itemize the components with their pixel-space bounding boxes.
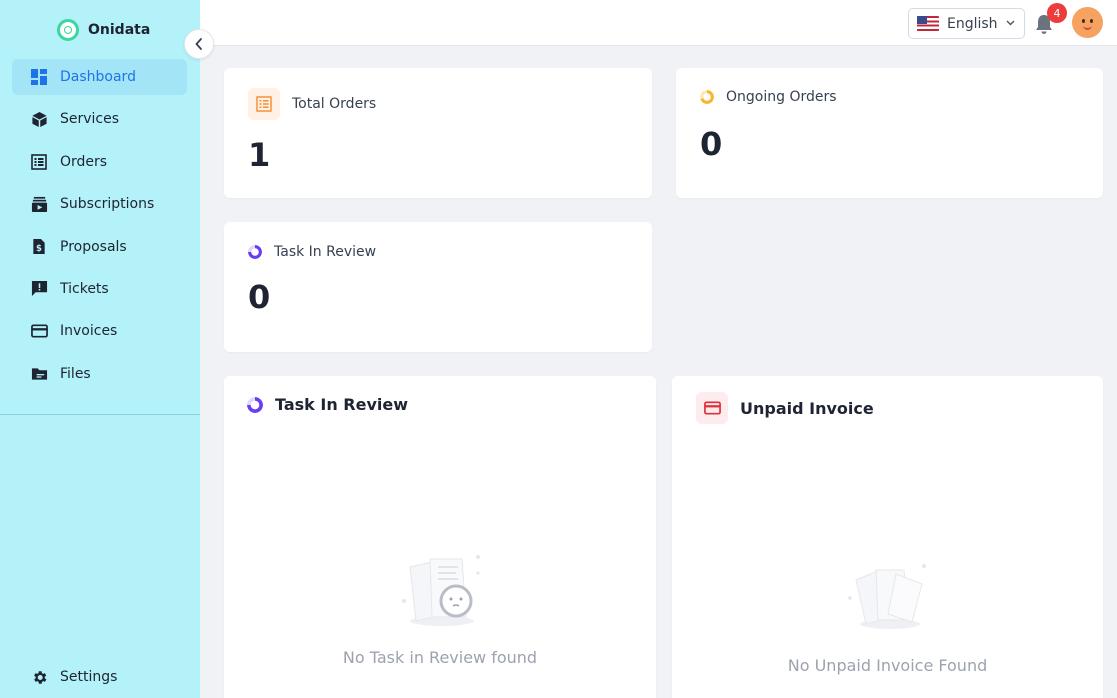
user-avatar[interactable] <box>1072 7 1103 38</box>
sidebar: Onidata Dashboard Services Orders Subscr… <box>0 0 200 698</box>
sidebar-item-label: Files <box>60 365 91 382</box>
task-in-review-value: 0 <box>248 278 271 316</box>
cube-icon <box>30 110 48 128</box>
ticket-chat-icon <box>30 280 48 298</box>
sidebar-item-label: Services <box>60 111 120 128</box>
brand[interactable]: Onidata <box>57 18 150 42</box>
sidebar-item-label: Orders <box>60 153 108 170</box>
sidebar-item-services[interactable]: Services <box>12 101 187 137</box>
total-orders-value: 1 <box>248 136 271 174</box>
ongoing-orders-label: Ongoing Orders <box>726 89 837 105</box>
unpaid-invoice-panel-title: Unpaid Invoice <box>740 398 874 418</box>
empty-documents-illustration <box>396 551 486 633</box>
dashboard-icon <box>30 68 48 86</box>
orders-list-icon <box>248 88 280 120</box>
settings-label: Settings <box>60 669 118 685</box>
brand-name: Onidata <box>88 22 151 38</box>
list-icon <box>30 153 48 171</box>
ongoing-orders-card: Ongoing Orders 0 <box>676 68 1103 198</box>
sidebar-nav: Dashboard Services Orders Subscriptions … <box>12 59 187 398</box>
unpaid-invoice-panel-header: Unpaid Invoice <box>696 392 874 424</box>
task-in-review-card: Task In Review 0 <box>224 222 652 352</box>
sidebar-item-subscriptions[interactable]: Subscriptions <box>12 186 187 222</box>
credit-card-icon <box>696 392 728 424</box>
task-in-review-panel-header: Task In Review <box>247 395 408 414</box>
dollar-file-icon: $ <box>30 238 48 256</box>
topbar: English 4 <box>200 0 1117 46</box>
sidebar-item-label: Invoices <box>60 323 118 340</box>
task-in-review-empty-text: No Task in Review found <box>342 648 538 667</box>
task-in-review-panel: Task In Review No Task in Review found <box>224 376 656 698</box>
sidebar-item-invoices[interactable]: Invoices <box>12 313 187 349</box>
us-flag-icon <box>917 16 939 31</box>
total-orders-header: Total Orders <box>248 88 376 120</box>
sidebar-item-orders[interactable]: Orders <box>12 144 187 180</box>
total-orders-card: Total Orders 1 <box>224 68 652 198</box>
sidebar-item-label: Dashboard <box>60 69 136 85</box>
sidebar-item-dashboard[interactable]: Dashboard <box>12 59 187 95</box>
unpaid-invoice-empty-text: No Unpaid Invoice Found <box>787 656 988 675</box>
credit-card-icon <box>30 322 48 340</box>
language-select[interactable]: English <box>908 8 1025 39</box>
task-in-review-header: Task In Review <box>248 244 376 260</box>
sidebar-item-settings[interactable]: Settings <box>12 659 187 695</box>
gear-icon <box>30 668 48 686</box>
chevron-down-icon <box>1006 18 1015 29</box>
task-in-review-label: Task In Review <box>274 244 377 260</box>
collapse-sidebar-button[interactable] <box>184 29 214 59</box>
svg-text:$: $ <box>36 244 42 254</box>
subscriptions-icon <box>30 195 48 213</box>
sidebar-item-files[interactable]: Files <box>12 356 187 392</box>
chevron-left-icon <box>194 35 204 54</box>
sidebar-item-label: Proposals <box>60 238 127 255</box>
sidebar-item-label: Tickets <box>60 280 109 297</box>
sidebar-item-tickets[interactable]: Tickets <box>12 271 187 307</box>
folder-icon <box>30 365 48 383</box>
empty-invoices-illustration <box>846 562 932 636</box>
total-orders-label: Total Orders <box>292 96 377 112</box>
onidata-logo-icon <box>57 19 79 41</box>
sidebar-divider <box>0 414 200 415</box>
review-ring-icon <box>247 396 263 413</box>
unpaid-invoice-panel: Unpaid Invoice No Unpaid Invoice Found <box>672 376 1103 698</box>
sidebar-item-label: Subscriptions <box>60 196 155 213</box>
review-ring-icon <box>248 245 262 259</box>
task-in-review-panel-title: Task In Review <box>275 395 409 414</box>
ongoing-orders-value: 0 <box>700 125 723 163</box>
ongoing-ring-icon <box>700 90 714 104</box>
ongoing-orders-header: Ongoing Orders <box>700 89 837 105</box>
language-label: English <box>947 15 998 32</box>
notification-badge: 4 <box>1047 3 1067 23</box>
sidebar-item-proposals[interactable]: $ Proposals <box>12 229 187 265</box>
